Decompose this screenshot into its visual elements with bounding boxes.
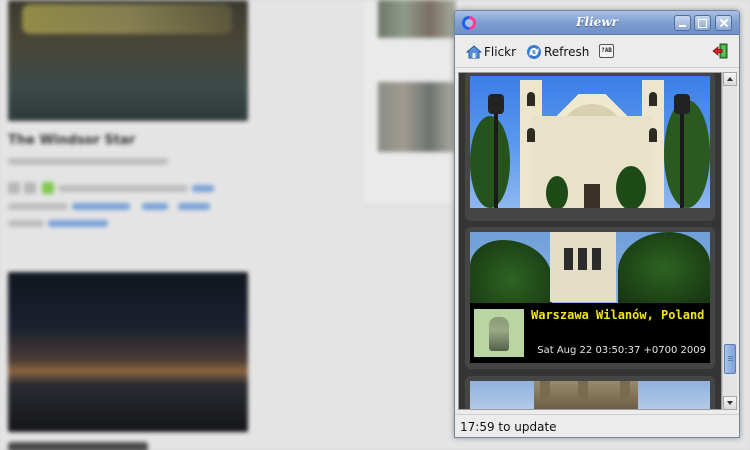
exit-icon[interactable] <box>712 43 728 59</box>
background-text-line <box>8 158 168 165</box>
vertical-scrollbar[interactable] <box>722 72 737 410</box>
background-link <box>72 203 130 210</box>
photo-date: Sat Aug 22 03:50:37 +0700 2009 <box>537 345 706 356</box>
flickr-button[interactable]: Flickr <box>466 42 516 62</box>
photo-card[interactable]: Warszawa Wilanów, Poland Sat Aug 22 03:5… <box>465 227 715 369</box>
title-bar[interactable]: Fliewr <box>455 11 739 35</box>
about-icon[interactable]: ?AB <box>599 44 614 58</box>
background-icon <box>42 182 54 194</box>
photo-card[interactable] <box>465 376 715 409</box>
photo-caption: Warszawa Wilanów, Poland Sat Aug 22 03:5… <box>470 303 710 363</box>
photo-card[interactable] <box>465 73 715 221</box>
scroll-down-arrow-icon[interactable] <box>723 396 737 410</box>
background-photo-windsor <box>8 0 248 121</box>
background-text-line <box>8 220 44 227</box>
photo-church[interactable] <box>470 76 710 208</box>
scrollbar-thumb[interactable] <box>724 344 736 374</box>
minimize-button[interactable] <box>674 15 691 31</box>
close-button[interactable] <box>715 15 732 31</box>
status-bar: 17:59 to update <box>455 414 739 437</box>
photo-title[interactable]: Warszawa Wilanów, Poland <box>531 308 707 323</box>
background-thumbnail <box>378 0 456 38</box>
toolbar: Flickr Refresh ?AB <box>455 36 739 68</box>
photo-feed[interactable]: Warszawa Wilanów, Poland Sat Aug 22 03:5… <box>458 72 722 410</box>
background-photo-sunset <box>8 272 248 432</box>
refresh-button-label: Refresh <box>544 45 590 59</box>
background-thumbnail <box>378 82 456 152</box>
background-link <box>178 203 210 210</box>
update-countdown: 17:59 to update <box>460 420 557 434</box>
scroll-up-arrow-icon[interactable] <box>723 72 737 86</box>
background-link <box>48 220 108 227</box>
background-icon <box>24 182 36 194</box>
background-photo-title-2 <box>8 442 148 450</box>
fliewr-window: Fliewr Flickr Refresh ?AB Warszawa Wilan… <box>454 10 740 438</box>
home-icon <box>466 45 482 59</box>
photo-church-tower[interactable]: Warszawa Wilanów, Poland Sat Aug 22 03:5… <box>470 232 710 363</box>
author-avatar[interactable] <box>474 309 524 357</box>
background-link <box>192 185 214 192</box>
maximize-button[interactable] <box>694 15 711 31</box>
background-link <box>142 203 168 210</box>
background-text-line <box>58 185 188 192</box>
background-icon <box>8 182 20 194</box>
background-text-line <box>8 203 68 210</box>
refresh-icon <box>527 45 541 59</box>
flickr-button-label: Flickr <box>484 45 517 59</box>
background-photo-title: The Windsor Star <box>8 133 136 148</box>
refresh-button[interactable]: Refresh <box>526 42 589 62</box>
photo-gothic-church[interactable] <box>470 381 710 409</box>
